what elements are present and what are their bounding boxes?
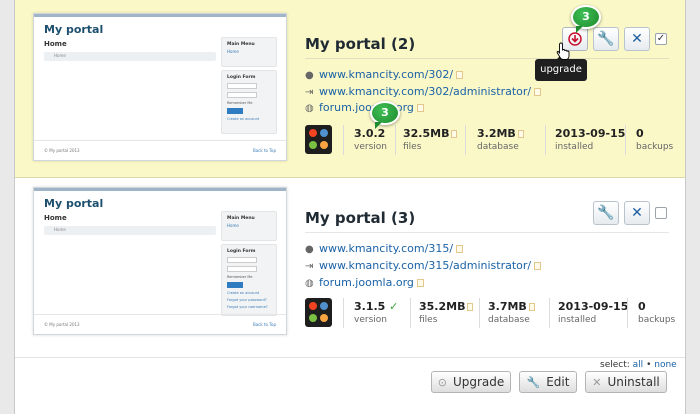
location-pin-icon: ●	[305, 70, 314, 81]
thumb-main-menu: Main Menu Home	[221, 37, 277, 67]
thumb-title: My portal	[44, 197, 104, 210]
site-stats: 3.1.5 ✓ version 35.2MB files 3.7MB database…	[305, 298, 675, 332]
bulk-uninstall-button[interactable]: ✕ Uninstall	[585, 371, 667, 393]
forum-link[interactable]: ◍ forum.joomla.org	[305, 276, 424, 290]
thumb-main-menu: Main Menu Home	[221, 211, 277, 241]
remove-site-button[interactable]: ✕	[624, 201, 650, 225]
site-thumbnail[interactable]: My portal Home Home Main Menu Home Login…	[33, 13, 287, 161]
backups-stat: 0 backups	[636, 127, 674, 152]
upgrade-icon	[568, 32, 582, 46]
external-link-icon	[456, 71, 464, 79]
edit-site-button[interactable]: 🔧	[593, 201, 619, 225]
external-link-icon	[416, 279, 424, 287]
admin-url-link[interactable]: ⇥ www.kmancity.com/315/administrator/	[305, 259, 542, 273]
checkmark-icon: ✓	[389, 300, 399, 313]
login-icon: ⇥	[305, 87, 314, 98]
site-select-checkbox[interactable]: ✓	[655, 33, 667, 45]
forum-link[interactable]: ◍ forum.joomla.org	[305, 101, 424, 115]
joomla-logo-icon	[305, 125, 332, 154]
site-select-checkbox[interactable]	[655, 207, 667, 219]
select-none-link[interactable]: none	[654, 360, 676, 370]
installed-stat: 2013-09-15 installed	[555, 127, 626, 152]
location-pin-icon: ●	[305, 244, 314, 255]
divider	[305, 232, 669, 233]
admin-url-link[interactable]: ⇥ www.kmancity.com/302/administrator/	[305, 85, 542, 99]
external-link-icon	[534, 88, 542, 96]
globe-icon: ◍	[305, 278, 314, 289]
bulk-select: select: all • none	[600, 360, 677, 370]
upgrade-tooltip: upgrade	[535, 53, 587, 81]
external-link-icon	[534, 262, 542, 270]
close-icon: ✕	[631, 31, 643, 47]
close-icon: ✕	[592, 376, 602, 389]
site-url-link[interactable]: ● www.kmancity.com/302/	[305, 68, 464, 82]
close-icon: ✕	[631, 205, 643, 221]
globe-icon: ◍	[305, 103, 314, 114]
site-url-link[interactable]: ● www.kmancity.com/315/	[305, 242, 464, 256]
backups-stat: 0 backups	[638, 300, 676, 325]
remove-site-button[interactable]: ✕	[624, 27, 650, 51]
bulk-edit-button[interactable]: 🔧 Edit	[519, 371, 577, 393]
hand-cursor-icon	[556, 42, 570, 60]
wrench-icon: 🔧	[526, 376, 541, 389]
installed-stat: 2013-09-15 installed	[558, 300, 629, 325]
database-stat[interactable]: 3.2MB database	[477, 127, 524, 152]
step-badge: 3	[370, 101, 400, 129]
external-link-icon	[456, 245, 464, 253]
upgrade-icon: ⊙	[437, 376, 447, 389]
site-thumbnail[interactable]: My portal Home Home Main Menu Home Login…	[33, 187, 287, 335]
thumb-breadcrumb: Home	[44, 52, 216, 61]
version-stat: 3.1.5 ✓ version	[354, 300, 399, 325]
select-all-link[interactable]: all	[633, 360, 644, 370]
files-stat[interactable]: 32.5MB files	[403, 127, 458, 152]
thumb-title: My portal	[44, 23, 104, 36]
thumb-heading: Home	[44, 214, 67, 222]
thumb-heading: Home	[44, 40, 67, 48]
files-stat[interactable]: 35.2MB files	[419, 300, 474, 325]
edit-site-button[interactable]: 🔧	[593, 27, 619, 51]
database-stat[interactable]: 3.7MB database	[488, 300, 535, 325]
version-stat: 3.0.2 version	[354, 127, 387, 152]
site-title[interactable]: My portal (2)	[305, 35, 415, 53]
login-icon: ⇥	[305, 261, 314, 272]
site-stats: 3.0.2 version 32.5MB files 3.2MB database 2…	[305, 125, 675, 159]
wrench-icon: 🔧	[597, 31, 615, 47]
site-title[interactable]: My portal (3)	[305, 209, 415, 227]
thumb-breadcrumb: Home	[44, 226, 216, 235]
divider	[305, 58, 669, 59]
step-badge: 3	[571, 5, 601, 33]
bulk-upgrade-button[interactable]: ⊙ Upgrade	[431, 371, 511, 393]
site-row: My portal Home Home Main Menu Home Login…	[15, 178, 685, 358]
joomla-logo-icon	[305, 298, 332, 327]
thumb-login-form: Login Form Remember Me Create an account…	[221, 244, 277, 316]
thumb-login-form: Login Form Remember Me Create an account	[221, 70, 277, 134]
wrench-icon: 🔧	[597, 205, 615, 221]
external-link-icon	[416, 104, 424, 112]
